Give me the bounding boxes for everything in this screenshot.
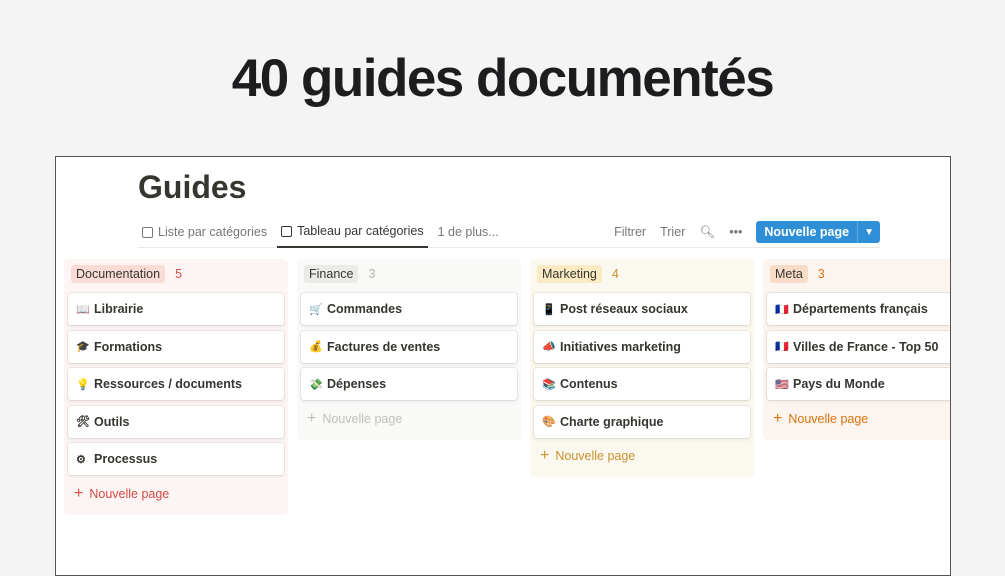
- page-emoji-icon: 🇫🇷: [775, 303, 789, 316]
- card-title: Dépenses: [327, 377, 387, 391]
- board-card[interactable]: 🇫🇷 Villes de France - Top 50: [767, 330, 950, 363]
- page-emoji-icon: 💸: [309, 378, 323, 391]
- page-emoji-icon: 🛒: [309, 303, 323, 316]
- plus-icon: +: [307, 409, 317, 427]
- column-count: 4: [611, 267, 619, 281]
- column-count: 3: [368, 267, 376, 281]
- page-emoji-icon: 🎨: [542, 416, 556, 428]
- page-emoji-icon: 💰: [309, 341, 323, 353]
- card-title: Commandes: [327, 302, 403, 316]
- column-tag: Meta: [770, 265, 808, 283]
- board-column: Documentation 5 📖 Librairie 🎓 Formations 💡 Ress…: [64, 259, 288, 515]
- board-card[interactable]: 🛒 Commandes: [301, 293, 517, 325]
- page-emoji-icon: 🇺🇸: [775, 378, 789, 391]
- filter-button[interactable]: Filtrer: [614, 225, 646, 239]
- board-card[interactable]: ⚙ Processus: [68, 443, 284, 475]
- board-column: Meta 3 🇫🇷 Départements français 🇫🇷 Villes de …: [763, 259, 950, 440]
- card-title: Factures de ventes: [327, 339, 441, 354]
- add-page-label: Nouvelle page: [555, 449, 636, 463]
- page-emoji-icon: 🛠: [76, 416, 90, 428]
- board-card[interactable]: 🎨 Charte graphique: [534, 405, 750, 438]
- column-count: 3: [817, 267, 825, 281]
- board-card[interactable]: 💰 Factures de ventes: [301, 330, 517, 363]
- card-title: Outils: [94, 414, 130, 429]
- board-icon: [281, 225, 293, 237]
- page-emoji-icon: 💡: [76, 378, 90, 391]
- notion-window: Guides Liste par catégories Tableau par …: [55, 156, 951, 576]
- add-page-label: Nouvelle page: [89, 486, 170, 501]
- add-page-label: Nouvelle page: [788, 411, 869, 426]
- tab-label: Tableau par catégories: [297, 224, 424, 238]
- add-page-button[interactable]: + Nouvelle page: [534, 443, 750, 469]
- page-emoji-icon: 📖: [76, 303, 90, 316]
- more-icon[interactable]: •••: [729, 225, 742, 239]
- page-title: Guides: [138, 169, 247, 205]
- card-title: Processus: [94, 452, 158, 466]
- chevron-down-icon[interactable]: ▼: [857, 221, 880, 243]
- view-tabs: Liste par catégories Tableau par catégor…: [138, 217, 880, 248]
- add-page-button[interactable]: + Nouvelle page: [301, 406, 517, 432]
- column-count: 5: [175, 267, 183, 281]
- board-card[interactable]: 💸 Dépenses: [301, 368, 517, 400]
- page-emoji-icon: 📱: [542, 303, 556, 316]
- tab-board[interactable]: Tableau par catégories: [277, 217, 428, 248]
- board-card[interactable]: 📖 Librairie: [68, 293, 284, 325]
- column-header[interactable]: Meta 3: [767, 263, 950, 285]
- tab-list[interactable]: Liste par catégories: [138, 217, 271, 248]
- page-emoji-icon: 🇫🇷: [775, 341, 789, 353]
- board-card[interactable]: 🇺🇸 Pays du Monde: [767, 368, 950, 400]
- new-page-button[interactable]: Nouvelle page ▼: [756, 221, 880, 243]
- page-emoji-icon: 📣: [542, 341, 556, 353]
- tab-label: Liste par catégories: [158, 225, 268, 239]
- card-title: Post réseaux sociaux: [560, 302, 688, 316]
- column-tag: Marketing: [537, 265, 602, 283]
- card-title: Villes de France - Top 50: [793, 339, 939, 354]
- card-title: Initiatives marketing: [560, 339, 681, 354]
- board-column: Finance 3 🛒 Commandes 💰 Factures de ventes 💸 Dé…: [297, 259, 521, 440]
- card-title: Ressources / documents: [94, 377, 242, 391]
- card-title: Contenus: [560, 377, 618, 391]
- plus-icon: +: [74, 484, 84, 502]
- board-card[interactable]: 📚 Contenus: [534, 368, 750, 400]
- card-title: Départements français: [793, 302, 928, 316]
- board-card[interactable]: 🇫🇷 Départements français: [767, 293, 950, 325]
- page-emoji-icon: 🎓: [76, 341, 90, 353]
- board-card[interactable]: 🎓 Formations: [68, 330, 284, 363]
- card-title: Pays du Monde: [793, 377, 885, 391]
- card-title: Librairie: [94, 302, 144, 316]
- search-icon[interactable]: 🔍︎: [699, 225, 715, 240]
- column-header[interactable]: Documentation 5: [68, 263, 284, 285]
- add-page-label: Nouvelle page: [322, 411, 403, 426]
- tab-more[interactable]: 1 de plus...: [434, 217, 503, 248]
- page-emoji-icon: 📚: [542, 378, 556, 391]
- board-column: Marketing 4 📱 Post réseaux sociaux 📣 Initiati…: [530, 259, 754, 477]
- board-card[interactable]: 📱 Post réseaux sociaux: [534, 293, 750, 325]
- list-icon: [142, 226, 153, 238]
- card-title: Charte graphique: [560, 414, 664, 429]
- add-page-button[interactable]: + Nouvelle page: [68, 481, 284, 507]
- board-card[interactable]: 📣 Initiatives marketing: [534, 330, 750, 363]
- add-page-button[interactable]: + Nouvelle page: [767, 406, 950, 432]
- page-emoji-icon: ⚙: [76, 453, 86, 466]
- headline: 40 guides documentés: [231, 49, 775, 108]
- column-tag: Finance: [304, 265, 359, 283]
- sort-button[interactable]: Trier: [660, 225, 685, 239]
- column-header[interactable]: Finance 3: [301, 263, 517, 285]
- new-page-label: Nouvelle page: [764, 225, 850, 239]
- plus-icon: +: [773, 409, 783, 427]
- board-card[interactable]: 💡 Ressources / documents: [68, 368, 284, 400]
- board-card[interactable]: 🛠 Outils: [68, 405, 284, 438]
- tab-label: 1 de plus...: [437, 225, 499, 239]
- plus-icon: +: [540, 447, 550, 464]
- card-title: Formations: [94, 339, 163, 354]
- column-tag: Documentation: [71, 265, 166, 283]
- column-header[interactable]: Marketing 4: [534, 263, 750, 285]
